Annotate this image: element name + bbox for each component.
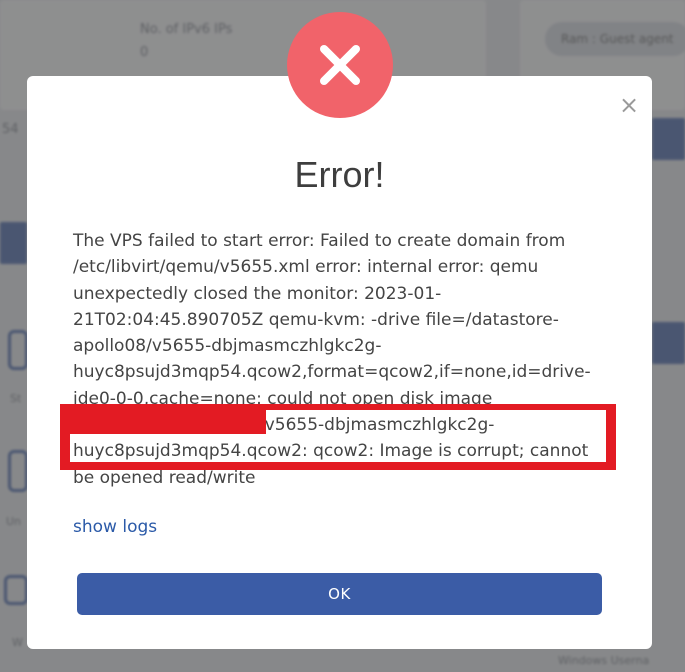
close-x-icon (320, 45, 360, 85)
message-line: huyc8psujd3mqp54.qcow2: qcow2: Image is … (73, 441, 589, 462)
error-dialog: Error! The VPS failed to start error: Fa… (27, 76, 652, 649)
message-line: ide0-0-0,cache=none: could not open disk… (73, 388, 493, 409)
error-message: The VPS failed to start error: Failed to… (73, 228, 613, 491)
message-line: unexpectedly closed the monitor: 2023-01… (73, 283, 442, 304)
message-line: /v5655-dbjmasmczhlgkc2g- (259, 415, 495, 436)
message-line: The VPS failed to start error: Failed to… (73, 231, 566, 251)
show-logs-link[interactable]: show logs (73, 517, 157, 537)
ok-button[interactable]: OK (77, 573, 602, 615)
message-line: huyc8psujd3mqp54.qcow2,format=qcow2,if=n… (73, 362, 591, 383)
message-line: apollo08/v5655-dbjmasmczhlgkc2g- (73, 336, 382, 357)
message-line: be opened read/write (73, 467, 256, 488)
message-line: /etc/libvirt/qemu/v5655.xml error: inter… (73, 257, 539, 278)
error-icon-circle (287, 12, 393, 118)
message-line: 21T02:04:45.890705Z qemu-kvm: -drive fil… (73, 309, 559, 330)
dialog-title: Error! (294, 154, 385, 195)
close-dialog-button[interactable]: × (617, 93, 641, 117)
